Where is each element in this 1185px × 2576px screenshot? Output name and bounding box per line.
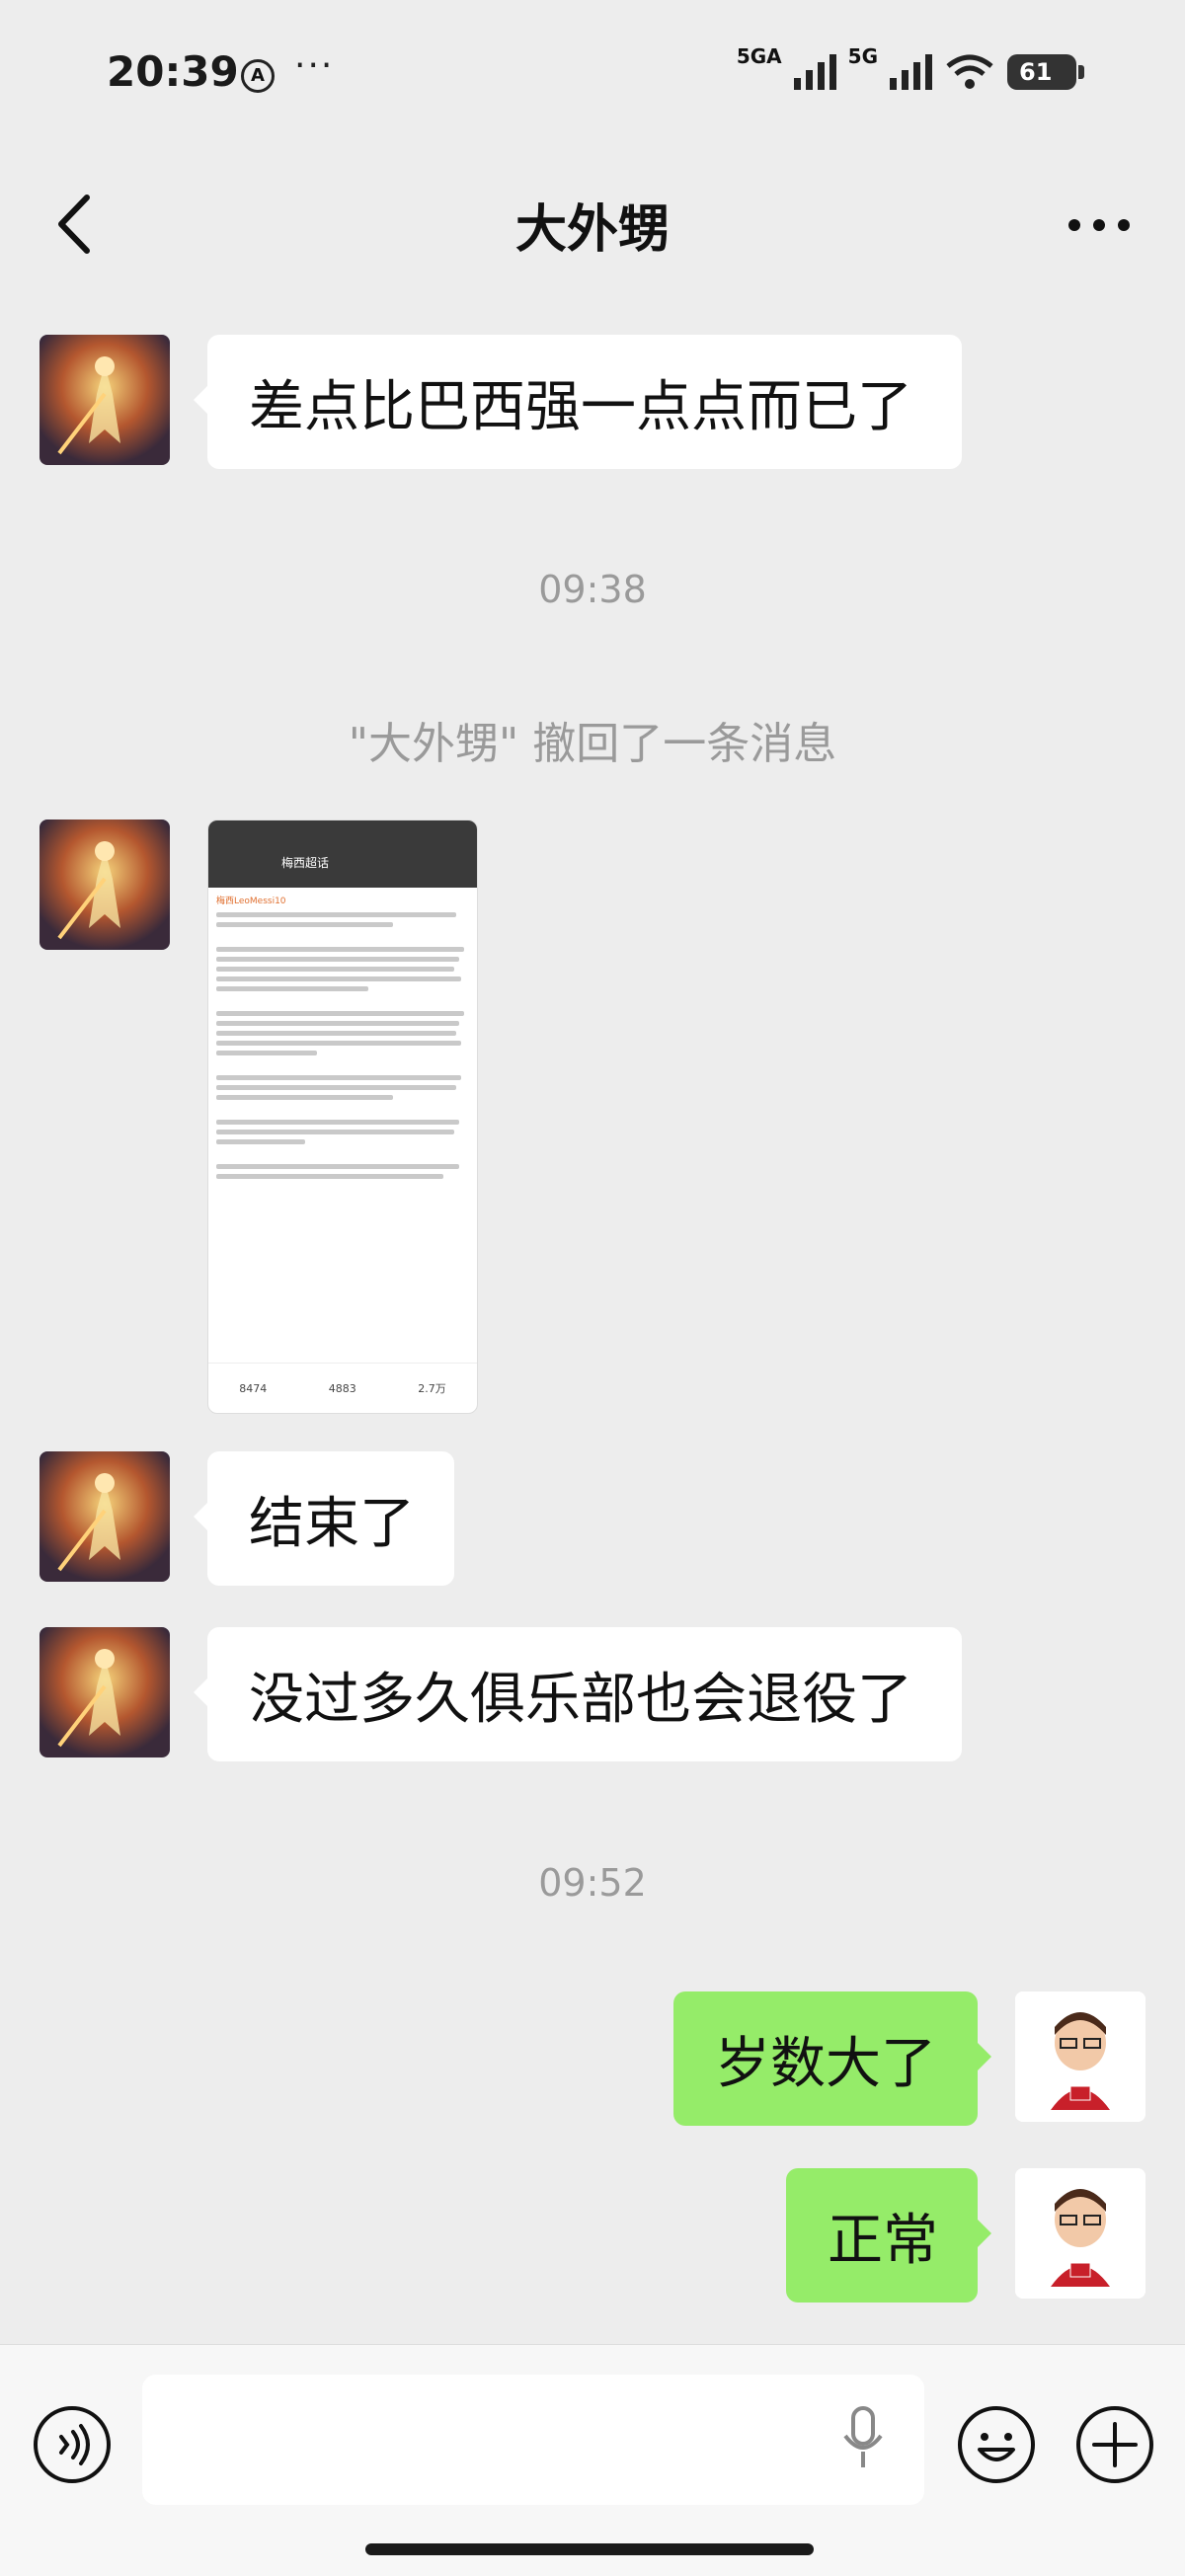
user-avatar[interactable] bbox=[1015, 2168, 1146, 2299]
image-message[interactable]: 梅西超话 梅西LeoMessi10 8474 4883 2.7万 bbox=[207, 820, 478, 1414]
user-avatar[interactable] bbox=[1015, 1991, 1146, 2122]
chat-header: 大外甥 bbox=[0, 148, 1185, 301]
battery-icon: 61 bbox=[1007, 54, 1084, 90]
image-title: 梅西超话 bbox=[281, 856, 330, 870]
message-bubble-received[interactable]: 差点比巴西强一点点而已了 bbox=[194, 335, 962, 469]
message-bubble-sent[interactable]: 岁数大了 bbox=[673, 1991, 991, 2126]
comment-count: 4883 bbox=[328, 1381, 356, 1395]
like-count: 2.7万 bbox=[418, 1382, 446, 1395]
signal-icon-2 bbox=[890, 54, 932, 90]
more-dots-icon[interactable] bbox=[1065, 205, 1134, 245]
message-input[interactable] bbox=[142, 2375, 924, 2505]
plus-icon[interactable] bbox=[1074, 2404, 1155, 2485]
more-status-icon: ··· bbox=[294, 45, 335, 86]
message-bubble-sent[interactable]: 正常 bbox=[786, 2168, 991, 2303]
timestamp-label: 09:38 bbox=[538, 568, 647, 611]
image-header: 梅西超话 bbox=[208, 820, 477, 888]
status-bar: 20:39 A ··· 5GA 5G 61 bbox=[0, 0, 1185, 148]
message-list[interactable]: 差点比巴西强一点点而已了 09:38 "大外甥" 撤回了一条消息 梅西超话 梅西… bbox=[0, 301, 1185, 2345]
microphone-icon[interactable] bbox=[841, 2404, 885, 2473]
status-time: 20:39 bbox=[107, 47, 239, 96]
contact-avatar[interactable] bbox=[40, 820, 170, 950]
status-indicators: 5GA 5G 61 bbox=[736, 44, 1084, 97]
signal-icon-1 bbox=[793, 54, 836, 90]
share-count: 8474 bbox=[239, 1381, 268, 1395]
wifi-icon bbox=[946, 54, 993, 89]
message-bubble-received[interactable]: 没过多久俱乐部也会退役了 bbox=[194, 1627, 962, 1761]
image-author: 梅西LeoMessi10 bbox=[216, 897, 286, 906]
emoji-icon[interactable] bbox=[956, 2404, 1037, 2485]
timestamp-label: 09:52 bbox=[538, 1861, 647, 1905]
contact-avatar[interactable] bbox=[40, 1627, 170, 1757]
message-bubble-received[interactable]: 结束了 bbox=[194, 1451, 454, 1586]
network-label-2: 5G bbox=[847, 44, 878, 68]
recall-notice: "大外甥" 撤回了一条消息 bbox=[348, 719, 837, 769]
voice-icon[interactable] bbox=[32, 2404, 113, 2485]
contact-avatar[interactable] bbox=[40, 335, 170, 465]
navigation-icon: A bbox=[241, 59, 275, 93]
home-indicator[interactable] bbox=[365, 2543, 814, 2555]
chat-title: 大外甥 bbox=[514, 200, 670, 260]
image-stats: 8474 4883 2.7万 bbox=[208, 1363, 477, 1413]
battery-level: 61 bbox=[1019, 58, 1053, 86]
image-content: 梅西LeoMessi10 bbox=[208, 888, 477, 1192]
input-bar bbox=[0, 2344, 1185, 2576]
network-label-1: 5GA bbox=[736, 44, 782, 68]
contact-avatar[interactable] bbox=[40, 1451, 170, 1582]
